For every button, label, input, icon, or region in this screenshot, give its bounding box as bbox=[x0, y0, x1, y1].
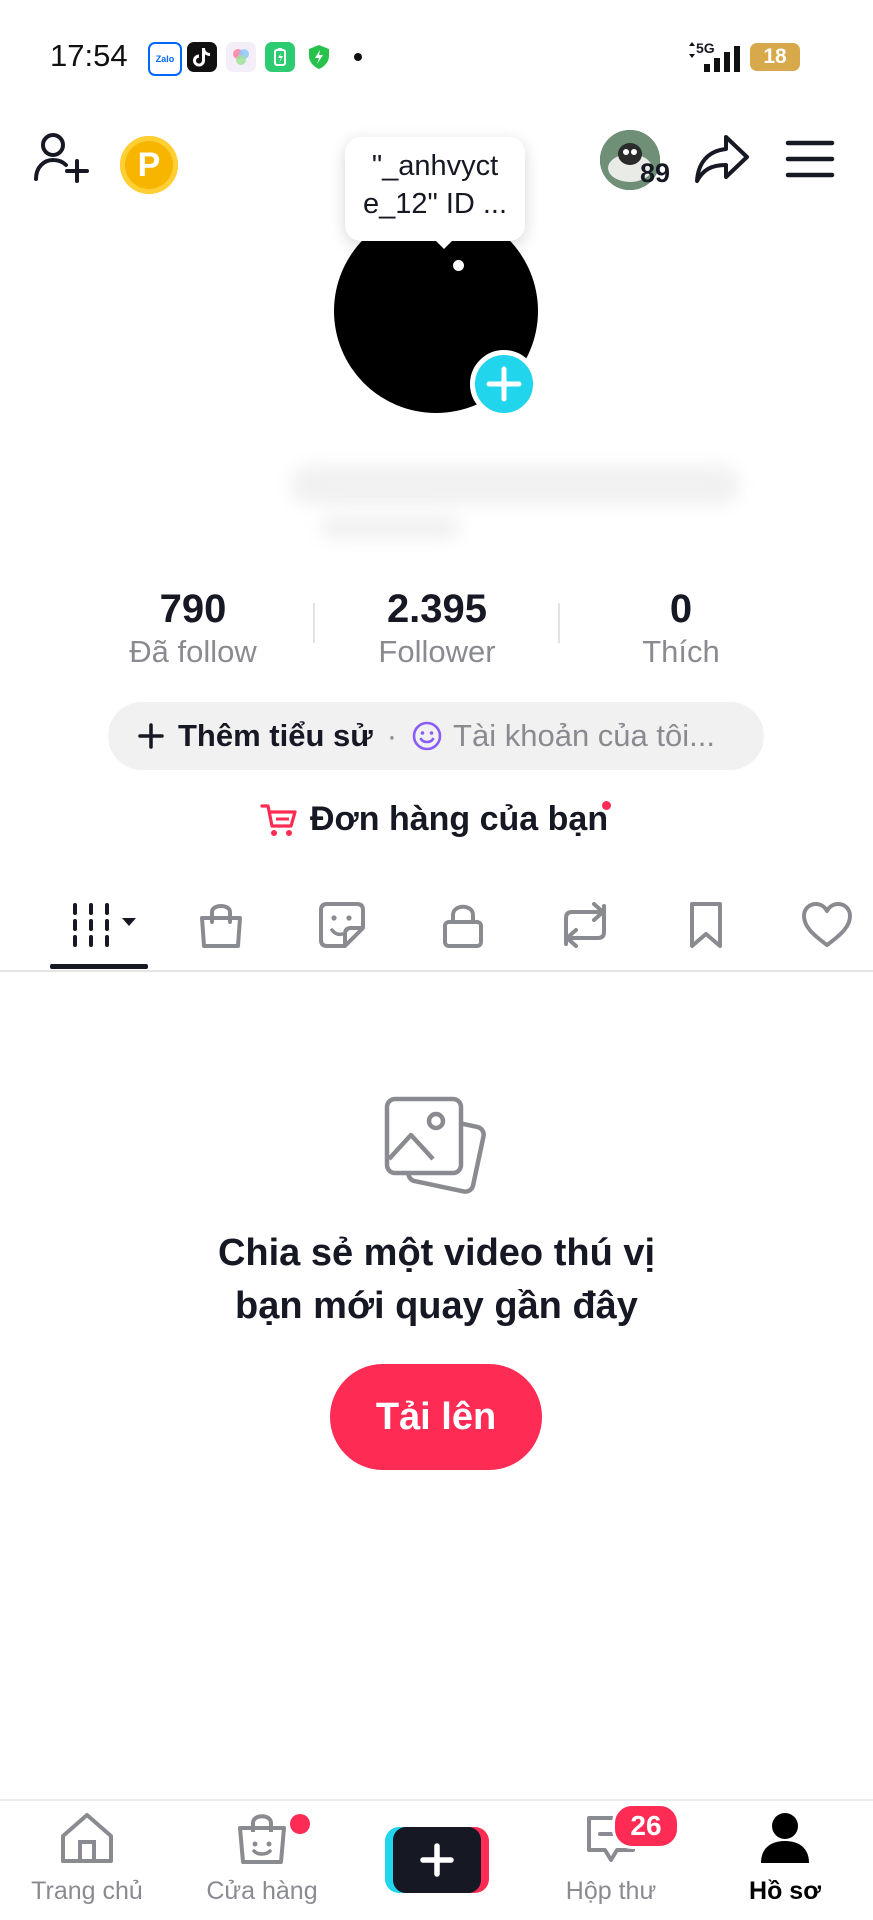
nav-shop[interactable]: Cửa hàng bbox=[182, 1810, 342, 1906]
bio-separator: · bbox=[386, 718, 398, 753]
nav-profile[interactable]: Hồ sơ bbox=[705, 1810, 865, 1906]
tiktok-icon bbox=[187, 42, 217, 72]
tab-private[interactable] bbox=[428, 895, 498, 955]
photo-gallery-icon bbox=[381, 1093, 491, 1208]
add-bio-button[interactable]: Thêm tiểu sử bbox=[136, 718, 373, 754]
menu-icon[interactable] bbox=[785, 139, 835, 184]
blurred-display-name bbox=[290, 465, 740, 505]
plus-icon bbox=[138, 723, 164, 749]
stat-following[interactable]: 790 Đã follow bbox=[93, 586, 293, 672]
tab-stickers[interactable] bbox=[307, 895, 377, 955]
photos-app-icon bbox=[226, 42, 256, 72]
account-label: Tài khoản của tôi... bbox=[453, 718, 715, 753]
stat-divider bbox=[558, 603, 560, 643]
stat-divider bbox=[313, 603, 315, 643]
cart-icon bbox=[260, 803, 297, 836]
tooltip-tail bbox=[432, 237, 456, 249]
sticker-icon bbox=[319, 902, 365, 948]
stat-likes-label: Thích bbox=[642, 634, 720, 669]
nav-shop-label: Cửa hàng bbox=[206, 1877, 318, 1905]
orders-link[interactable]: Đơn hàng của bạn bbox=[260, 800, 608, 839]
battery-app-icon bbox=[265, 42, 295, 72]
orders-notification-dot bbox=[602, 801, 611, 810]
account-link[interactable]: Tài khoản của tôi... bbox=[411, 718, 715, 754]
add-bio-label: Thêm tiểu sử bbox=[178, 718, 373, 753]
upload-button[interactable]: Tải lên bbox=[330, 1364, 542, 1470]
stat-likes[interactable]: 0 Thích bbox=[581, 586, 781, 672]
orders-label: Đơn hàng của bạn bbox=[310, 800, 609, 838]
empty-state-line-1: Chia sẻ một video thú vị bbox=[217, 1232, 656, 1274]
profile-icon bbox=[761, 1813, 809, 1863]
status-time: 17:54 bbox=[50, 38, 128, 73]
home-icon bbox=[61, 1813, 113, 1863]
nav-home-label: Trang chủ bbox=[31, 1877, 143, 1905]
coin-icon[interactable]: P bbox=[120, 136, 178, 194]
more-notifications-dot bbox=[354, 53, 362, 61]
tab-liked[interactable] bbox=[792, 895, 862, 955]
blurred-handle bbox=[320, 515, 460, 539]
share-icon[interactable] bbox=[693, 133, 751, 190]
shop-bag-icon bbox=[238, 1814, 286, 1864]
empty-state-line-2: bạn mới quay gần đây bbox=[235, 1285, 638, 1327]
tab-shop[interactable] bbox=[186, 895, 256, 955]
heart-icon bbox=[802, 902, 852, 947]
avatar-highlight-dot bbox=[453, 260, 464, 271]
friend-count: 89 bbox=[640, 158, 671, 188]
add-friend-icon[interactable] bbox=[33, 131, 91, 190]
tabs-divider bbox=[0, 970, 873, 972]
username-tooltip[interactable]: "_anhvyct e_12" ID ... bbox=[345, 137, 525, 241]
empty-state-message: Chia sẻ một video thú vị bạn mới quay gầ… bbox=[0, 1227, 873, 1333]
tab-videos[interactable] bbox=[62, 895, 146, 955]
shield-icon bbox=[304, 42, 334, 72]
nav-profile-label: Hồ sơ bbox=[749, 1877, 821, 1905]
zalo-icon: Zalo bbox=[148, 42, 182, 76]
stat-followers-value: 2.395 bbox=[386, 587, 488, 631]
stat-following-value: 790 bbox=[159, 587, 227, 631]
lock-icon bbox=[443, 904, 483, 948]
tab-reposts[interactable] bbox=[550, 895, 620, 955]
bottom-nav-divider bbox=[0, 1799, 873, 1801]
inbox-badge: 26 bbox=[612, 1803, 680, 1849]
nav-home[interactable]: Trang chủ bbox=[7, 1810, 167, 1906]
bio-bar: Thêm tiểu sử · Tài khoản của tôi... bbox=[108, 702, 764, 770]
stat-followers-label: Follower bbox=[378, 634, 496, 669]
nav-inbox-label: Hộp thư bbox=[565, 1877, 657, 1905]
shopping-bag-icon bbox=[200, 904, 242, 948]
smile-icon bbox=[412, 721, 442, 751]
tab-saved[interactable] bbox=[671, 895, 741, 955]
stat-following-label: Đã follow bbox=[129, 634, 257, 669]
add-avatar-button[interactable] bbox=[470, 350, 538, 418]
stat-likes-value: 0 bbox=[669, 587, 693, 631]
bookmark-icon bbox=[690, 902, 722, 948]
videos-grid-icon bbox=[73, 903, 136, 947]
battery-indicator: 18 bbox=[750, 43, 800, 71]
shop-notification-dot bbox=[290, 1814, 310, 1834]
create-button[interactable] bbox=[385, 1827, 489, 1893]
stat-followers[interactable]: 2.395 Follower bbox=[337, 586, 537, 672]
active-tab-indicator bbox=[50, 964, 148, 969]
repost-icon bbox=[564, 902, 606, 948]
